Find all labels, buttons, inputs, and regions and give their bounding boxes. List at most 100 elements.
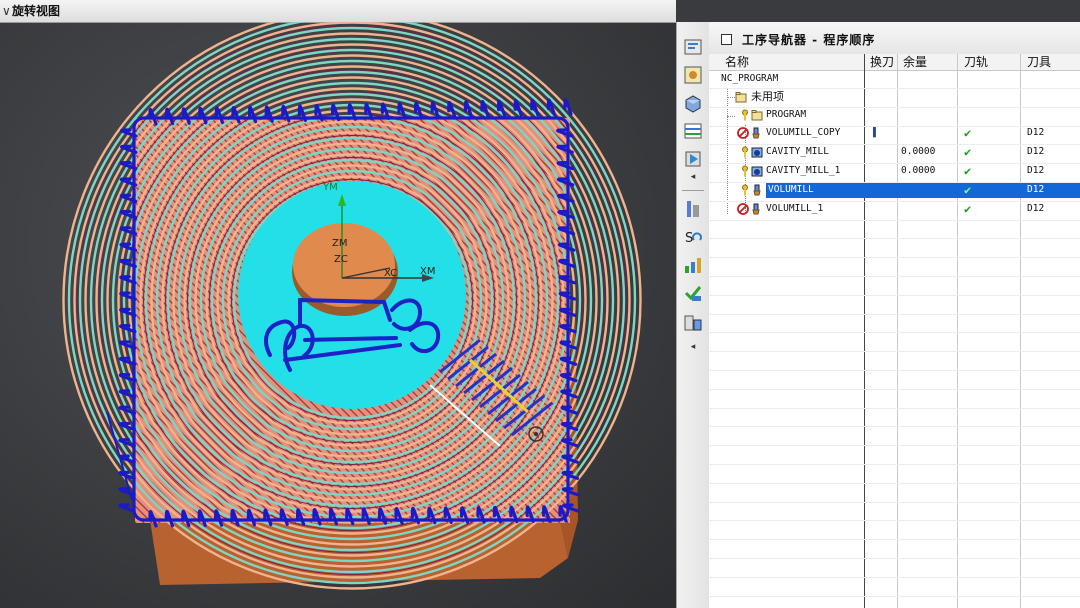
row-gridline	[709, 238, 1080, 240]
row-gridline	[709, 482, 1080, 484]
column-header-allowance[interactable]: 余量	[903, 54, 927, 70]
toolpath-check-icon: ✔	[964, 145, 972, 159]
column-header-name[interactable]: 名称	[725, 54, 749, 70]
tool-name: D12	[1027, 203, 1045, 214]
part-navigator-icon[interactable]	[682, 92, 704, 114]
mill-operation-icon	[753, 184, 761, 196]
info-icon[interactable]	[682, 312, 704, 334]
pin-checkbox[interactable]	[721, 34, 732, 45]
row-gridline	[709, 200, 1080, 202]
axis-label-zm: ZM	[332, 238, 347, 249]
hatch-line	[579, 118, 676, 523]
row-gridline	[709, 163, 1080, 165]
folder-icon	[735, 92, 747, 103]
tool-name: D12	[1027, 146, 1045, 157]
row-name: PROGRAM	[766, 109, 807, 120]
navigator-title: 工序导航器 - 程序顺序	[742, 33, 876, 47]
row-gridline	[709, 388, 1080, 390]
toolpath-scene[interactable]: YM ZM ZC XM XC	[0, 22, 676, 608]
tree-row-program[interactable]: PROGRAM	[709, 106, 1080, 124]
no-entry-icon	[737, 203, 749, 215]
collapse-arrow-icon[interactable]: ◂	[682, 172, 704, 182]
row-gridline	[709, 351, 1080, 353]
reuse-library-icon[interactable]	[682, 120, 704, 142]
row-name: 未用项	[751, 90, 784, 103]
row-gridline	[709, 294, 1080, 296]
column-header-row: 名称 换刀 余量 刀轨 刀具	[709, 54, 1080, 71]
mill-operation-icon	[752, 203, 760, 215]
key-icon	[742, 165, 748, 177]
column-header-toolpath[interactable]: 刀轨	[964, 54, 988, 70]
constraint-icon[interactable]	[682, 198, 704, 220]
tree-row-operation-selected[interactable]: VOLUMILL ✔ D12	[709, 181, 1080, 199]
svg-text:S: S	[685, 231, 693, 246]
tree-row-operation[interactable]: VOLUMILL_1 ✔ D12	[709, 200, 1080, 218]
viewport-title-bar: ∨ 旋转视图	[0, 0, 676, 23]
row-gridline	[709, 520, 1080, 522]
row-gridline	[709, 219, 1080, 221]
allowance-value: 0.0000	[901, 146, 936, 157]
row-gridline	[709, 558, 1080, 559]
row-name: CAVITY_MILL	[766, 146, 829, 157]
key-icon	[742, 146, 748, 158]
row-gridline	[709, 595, 1080, 597]
row-gridline	[709, 125, 1080, 127]
cavity-mill-icon	[751, 147, 763, 158]
history-icon[interactable]	[682, 148, 704, 170]
viewport-title: 旋转视图	[12, 4, 61, 18]
column-header-tool[interactable]: 刀具	[1027, 54, 1051, 70]
row-gridline	[709, 313, 1080, 315]
roles-icon[interactable]: S	[682, 226, 704, 248]
tree-row-operation[interactable]: CAVITY_MILL 0.0000 ✔ D12	[709, 143, 1080, 161]
row-gridline	[709, 144, 1080, 146]
row-name: VOLUMILL	[768, 184, 814, 195]
axis-label-zc: ZC	[334, 254, 348, 265]
row-gridline	[709, 106, 1080, 108]
toolpath-check-icon: ✔	[964, 183, 972, 197]
chevron-down-icon[interactable]: ∨	[2, 0, 11, 22]
row-gridline	[709, 276, 1080, 277]
machine-tool-icon[interactable]	[682, 64, 704, 86]
column-header-tool-change[interactable]: 换刀	[870, 54, 894, 70]
tool-name: D12	[1027, 127, 1045, 138]
navigator-header: 工序导航器 - 程序顺序	[709, 22, 1080, 55]
row-gridline	[709, 426, 1080, 428]
mill-operation-icon	[752, 127, 760, 139]
folder-icon	[751, 110, 763, 121]
toolpath-check-icon: ✔	[964, 164, 972, 178]
key-icon	[742, 184, 748, 196]
row-name: VOLUMILL_1	[766, 203, 824, 214]
graphics-viewport[interactable]: ∨ 旋转视图 YM ZM ZC XM XC	[0, 0, 676, 608]
key-icon	[742, 109, 748, 121]
row-gridline	[709, 257, 1080, 259]
tree-row-operation[interactable]: VOLUMILL_COPY ▌ ✔ D12	[709, 124, 1080, 142]
toolbar-separator	[682, 190, 704, 191]
row-name: VOLUMILL_COPY	[766, 127, 841, 138]
boss-top	[293, 223, 395, 307]
row-gridline	[709, 464, 1080, 465]
collapse-arrow-icon[interactable]: ◂	[682, 342, 704, 352]
axis-label-xm: XM	[420, 266, 435, 277]
row-gridline	[709, 445, 1080, 447]
resource-bar: ◂ S ◂	[676, 22, 710, 608]
verify-icon[interactable]	[682, 254, 704, 276]
row-gridline	[709, 182, 1080, 183]
tool-name: D12	[1027, 165, 1045, 176]
navigator-icon[interactable]	[682, 36, 704, 58]
axis-label-xc: XC	[384, 268, 397, 279]
tree-row-nc-program[interactable]: NC_PROGRAM	[709, 70, 1080, 88]
row-gridline	[709, 501, 1080, 503]
operation-navigator: 工序导航器 - 程序顺序 名称 换刀 余量 刀轨 刀具 NC_PROGRAM 未…	[709, 22, 1080, 608]
row-gridline	[709, 407, 1080, 409]
check-toolpath-icon[interactable]	[682, 282, 704, 304]
allowance-value: 0.0000	[901, 165, 936, 176]
no-entry-icon	[737, 127, 749, 139]
row-gridline	[709, 539, 1080, 541]
tree-row-unused[interactable]: 未用项	[709, 88, 1080, 106]
row-gridline	[709, 370, 1080, 371]
row-gridline	[709, 332, 1080, 334]
tool-change-marker: ▌	[873, 127, 879, 138]
cavity-mill-icon	[751, 166, 763, 177]
tool-name: D12	[1027, 184, 1045, 195]
tree-row-operation[interactable]: CAVITY_MILL_1 0.0000 ✔ D12	[709, 162, 1080, 180]
